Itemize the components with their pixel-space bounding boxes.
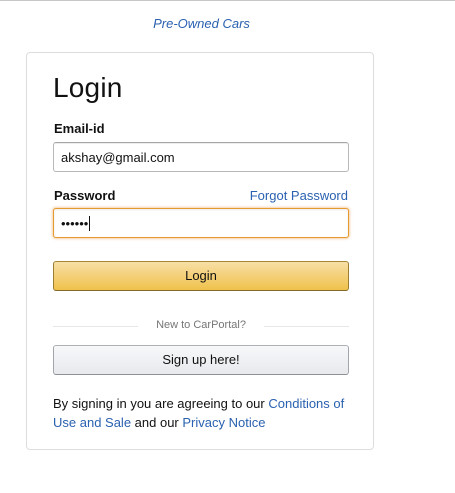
signup-button[interactable]: Sign up here! [53,345,349,375]
new-user-divider: New to CarPortal? [53,319,349,335]
login-card: Login Email-id Password Forgot Password … [26,52,374,450]
new-to-carportal-text: New to CarPortal? [156,319,246,331]
legal-notice: By signing in you are agreeing to our Co… [53,394,351,432]
forgot-password-link[interactable]: Forgot Password [250,188,348,203]
privacy-notice-link[interactable]: Privacy Notice [182,415,265,430]
pre-owned-cars-link[interactable]: Pre-Owned Cars [0,16,403,31]
divider-line-right [264,326,349,327]
password-label: Password [54,188,116,203]
login-button[interactable]: Login [53,261,349,291]
legal-prefix-text: By signing in you are agreeing to our [53,396,269,411]
email-field[interactable] [53,142,349,172]
page-title: Login [53,72,123,103]
top-divider [0,0,455,1]
email-label: Email-id [54,121,105,136]
login-page: Pre-Owned Cars Login Email-id Password F… [0,0,455,493]
legal-middle-text: and our [131,415,183,430]
password-field[interactable] [53,208,349,238]
